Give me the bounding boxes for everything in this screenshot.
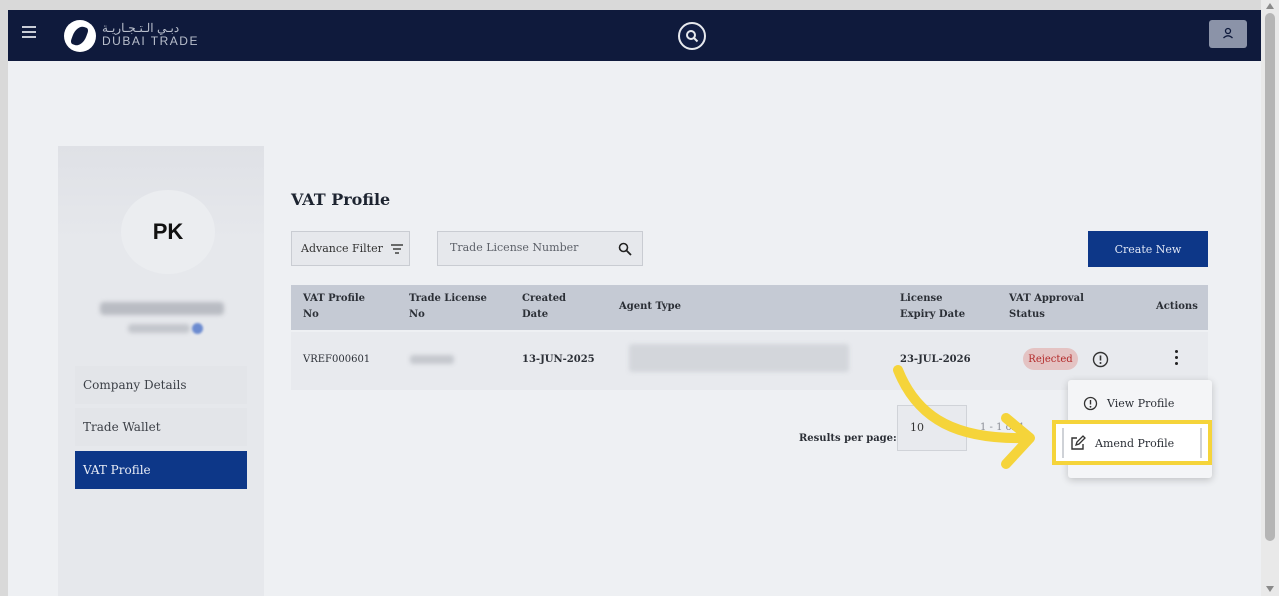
trade-license-search[interactable] bbox=[437, 231, 643, 266]
column-header-actions: Actions bbox=[1156, 301, 1198, 312]
scrollbar-thumb[interactable] bbox=[1265, 13, 1275, 541]
menu-item-amend-profile[interactable]: Amend Profile bbox=[1064, 428, 1200, 458]
top-bar: دبـي الـتـجـاريـة DUBAI TRADE bbox=[8, 10, 1261, 61]
row-actions-menu-icon[interactable] bbox=[1171, 350, 1181, 370]
amend-profile-highlight: Amend Profile bbox=[1052, 420, 1212, 465]
blurred-user-subtitle bbox=[128, 324, 190, 333]
highlight-edge-right bbox=[1200, 428, 1202, 458]
page-title: VAT Profile bbox=[291, 190, 391, 209]
logo-english-text: DUBAI TRADE bbox=[102, 34, 199, 48]
column-header-created-date[interactable]: Created Date bbox=[522, 291, 572, 323]
screen: دبـي الـتـجـاريـة DUBAI TRADE PK Company… bbox=[0, 0, 1279, 596]
trade-license-search-input[interactable] bbox=[450, 241, 600, 254]
column-header-agent-type[interactable]: Agent Type bbox=[619, 299, 681, 315]
advance-filter-button[interactable]: Advance Filter bbox=[291, 231, 410, 266]
profile-sidebar: PK Company Details Trade Wallet VAT Prof… bbox=[58, 146, 264, 596]
column-header-trade-license-no[interactable]: Trade License No bbox=[409, 291, 489, 323]
menu-icon[interactable] bbox=[22, 26, 36, 40]
scroll-up-arrow-icon[interactable] bbox=[1266, 3, 1274, 9]
sidebar-item-vat-profile[interactable]: VAT Profile bbox=[75, 451, 247, 489]
column-header-license-expiry-date[interactable]: License Expiry Date bbox=[900, 291, 980, 323]
avatar: PK bbox=[121, 190, 215, 274]
blurred-trade-license-no bbox=[410, 355, 454, 364]
sidebar-item-company-details[interactable]: Company Details bbox=[75, 366, 247, 404]
user-icon bbox=[1223, 27, 1233, 39]
blurred-agent-type bbox=[629, 344, 849, 372]
search-icon[interactable] bbox=[618, 242, 632, 256]
column-header-vat-approval-status[interactable]: VAT Approval Status bbox=[1009, 291, 1089, 323]
logo[interactable]: دبـي الـتـجـاريـة DUBAI TRADE bbox=[102, 22, 199, 48]
edit-icon bbox=[1071, 435, 1086, 450]
user-account-button[interactable] bbox=[1209, 20, 1247, 48]
filter-icon bbox=[390, 243, 403, 254]
sidebar-item-trade-wallet[interactable]: Trade Wallet bbox=[75, 408, 247, 446]
vertical-scrollbar[interactable] bbox=[1261, 0, 1279, 596]
cell-created-date: 13-JUN-2025 bbox=[522, 354, 595, 365]
view-profile-label: View Profile bbox=[1107, 396, 1175, 410]
logo-arabic-text: دبـي الـتـجـاريـة bbox=[102, 21, 180, 35]
menu-item-view-profile[interactable]: View Profile bbox=[1068, 386, 1212, 420]
amend-profile-label: Amend Profile bbox=[1095, 436, 1175, 450]
blurred-user-name bbox=[100, 302, 224, 315]
create-new-button[interactable]: Create New bbox=[1088, 231, 1208, 267]
scroll-down-arrow-icon[interactable] bbox=[1266, 586, 1274, 592]
global-search-button[interactable] bbox=[678, 22, 706, 50]
guide-arrow-icon bbox=[893, 365, 1035, 469]
search-icon bbox=[686, 30, 699, 43]
status-info-icon[interactable] bbox=[1092, 351, 1109, 368]
dubai-trade-logo-icon bbox=[64, 20, 96, 52]
info-icon bbox=[1083, 396, 1098, 410]
advance-filter-label: Advance Filter bbox=[301, 242, 383, 255]
cell-vat-profile-no: VREF000601 bbox=[303, 354, 371, 365]
app-window: دبـي الـتـجـاريـة DUBAI TRADE PK Company… bbox=[8, 10, 1261, 596]
verified-badge-icon bbox=[192, 323, 203, 334]
table-header: VAT Profile No Trade License No Created … bbox=[291, 285, 1208, 330]
column-header-vat-profile-no[interactable]: VAT Profile No bbox=[303, 291, 373, 323]
